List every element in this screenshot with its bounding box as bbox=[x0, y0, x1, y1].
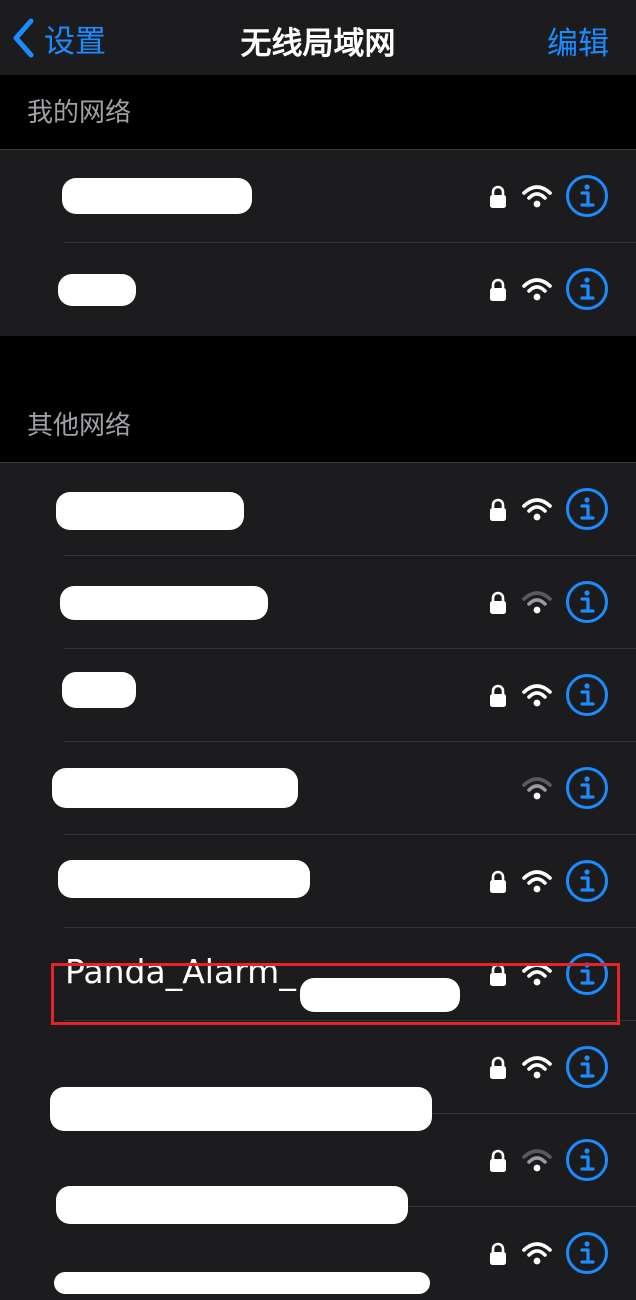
redaction-mark bbox=[54, 1272, 430, 1294]
lock-icon bbox=[488, 684, 508, 712]
info-icon[interactable] bbox=[565, 487, 609, 535]
redaction-mark bbox=[56, 1186, 408, 1224]
info-icon[interactable] bbox=[565, 1045, 609, 1093]
info-icon[interactable] bbox=[565, 1138, 609, 1186]
lock-icon bbox=[488, 278, 508, 306]
wifi-icon bbox=[522, 682, 552, 712]
wifi-icon bbox=[522, 775, 552, 805]
wifi-icon bbox=[522, 496, 552, 526]
wifi-icon bbox=[522, 276, 552, 306]
edit-button[interactable]: 编辑 bbox=[547, 18, 609, 63]
redaction-mark bbox=[62, 178, 252, 214]
wifi-icon bbox=[522, 1240, 552, 1270]
lock-icon bbox=[488, 185, 508, 213]
redaction-mark bbox=[52, 768, 298, 808]
redaction-mark bbox=[62, 672, 136, 708]
wifi-icon bbox=[522, 589, 552, 619]
info-icon[interactable] bbox=[565, 673, 609, 721]
lock-icon bbox=[488, 1056, 508, 1084]
section-header-other-networks: 其他网络 bbox=[27, 411, 132, 441]
wifi-icon bbox=[522, 183, 552, 213]
redaction-mark bbox=[58, 860, 310, 898]
lock-icon bbox=[488, 591, 508, 619]
lock-icon bbox=[488, 1149, 508, 1177]
redaction-mark bbox=[58, 274, 136, 306]
highlight-box bbox=[51, 963, 620, 1025]
wifi-icon bbox=[522, 868, 552, 898]
section-header-my-networks: 我的网络 bbox=[27, 98, 132, 128]
redaction-mark bbox=[60, 586, 268, 620]
navigation-bar: 设置 无线局域网 编辑 bbox=[0, 0, 636, 75]
redaction-mark bbox=[56, 492, 244, 530]
lock-icon bbox=[488, 870, 508, 898]
wifi-icon bbox=[522, 1054, 552, 1084]
wifi-icon bbox=[522, 1147, 552, 1177]
info-icon[interactable] bbox=[565, 580, 609, 628]
info-icon[interactable] bbox=[565, 859, 609, 907]
lock-icon bbox=[488, 1242, 508, 1270]
info-icon[interactable] bbox=[565, 174, 609, 222]
redaction-mark bbox=[50, 1087, 432, 1131]
info-icon[interactable] bbox=[565, 766, 609, 814]
info-icon[interactable] bbox=[565, 267, 609, 315]
info-icon[interactable] bbox=[565, 1231, 609, 1279]
page-title: 无线局域网 bbox=[240, 26, 396, 62]
lock-icon bbox=[488, 498, 508, 526]
